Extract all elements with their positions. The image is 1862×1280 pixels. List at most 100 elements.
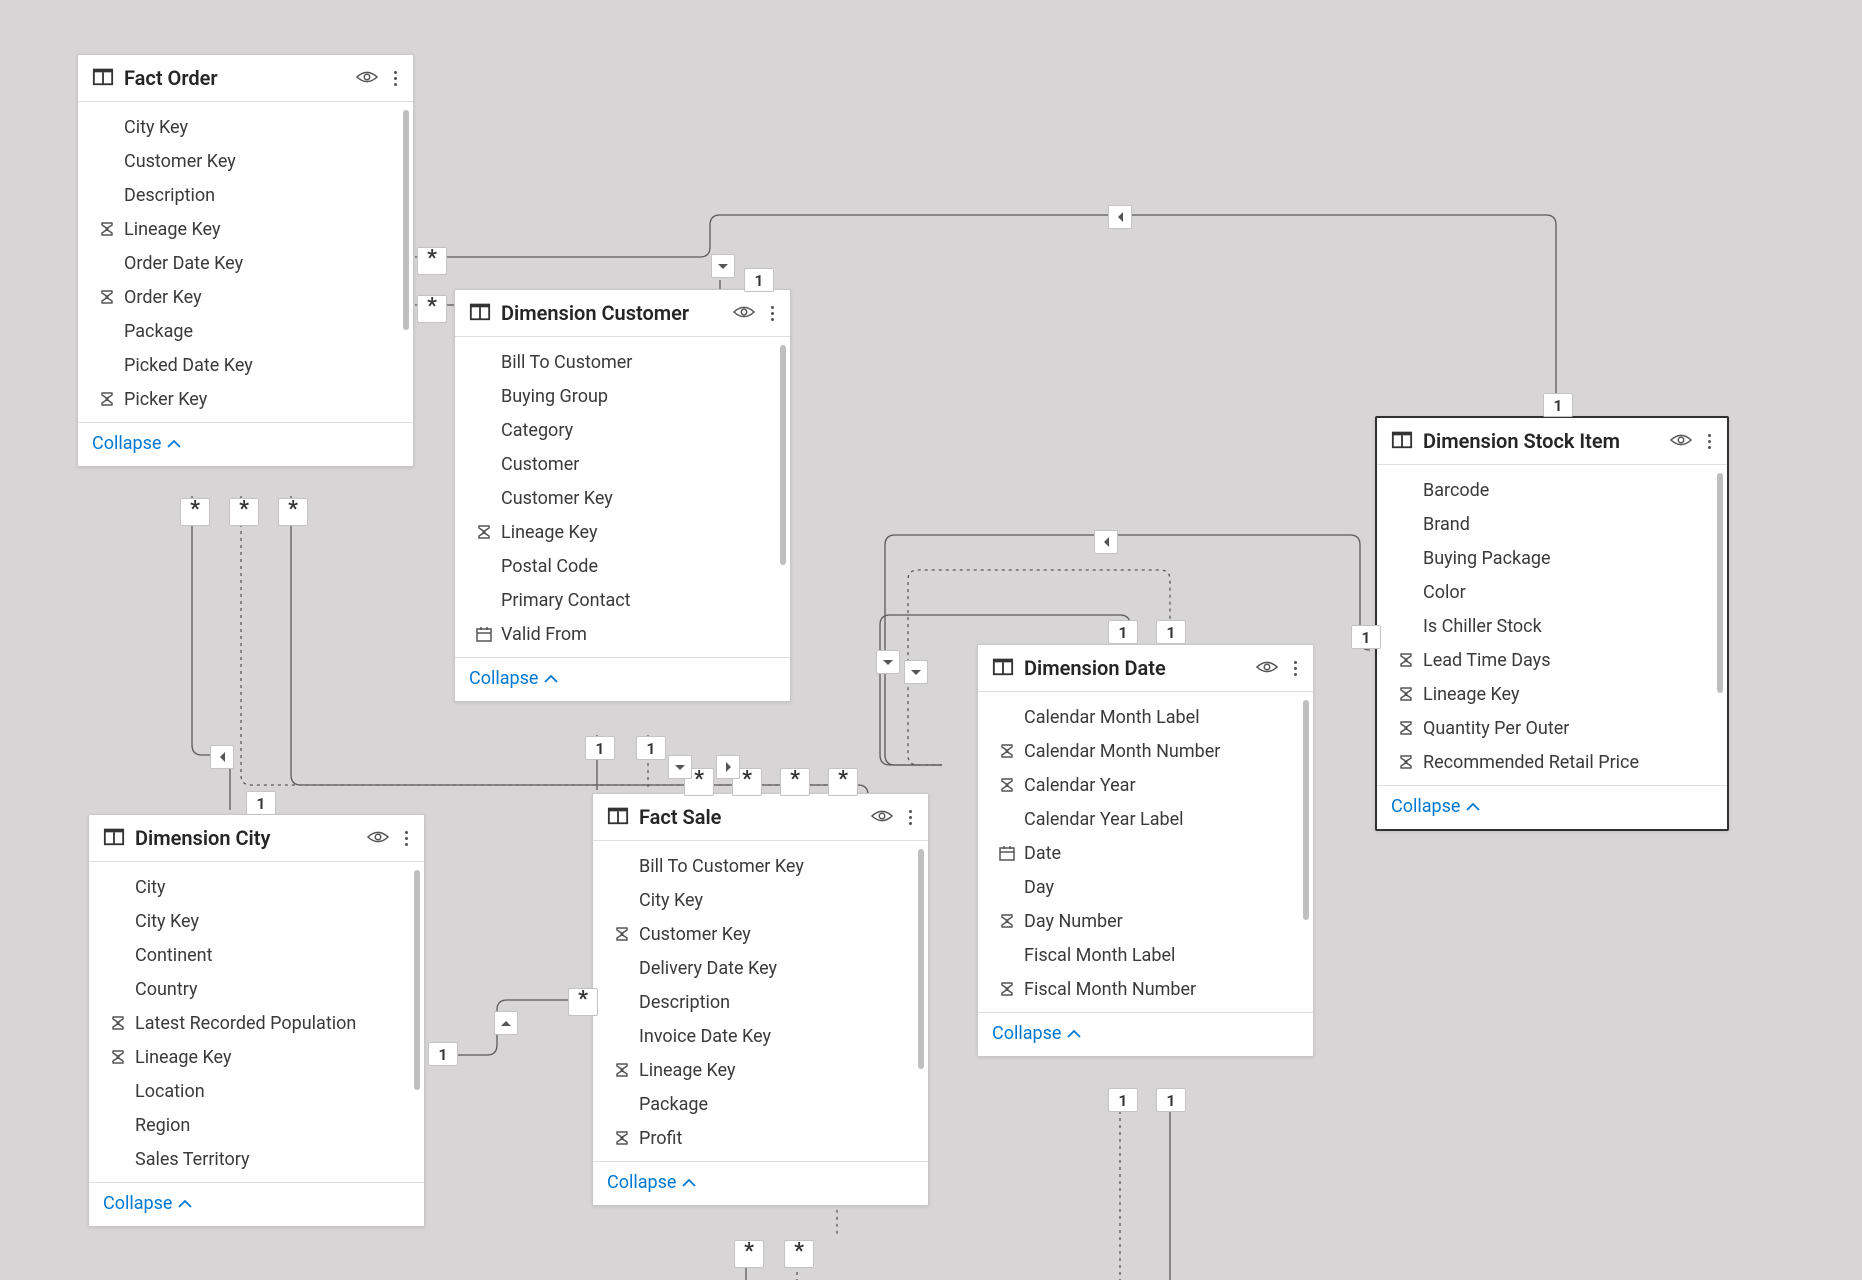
field-label: Customer Key [501,488,613,509]
table-header[interactable]: Fact Sale [593,794,928,841]
model-canvas[interactable]: { "collapse_label": "Collapse", "cardina… [0,0,1862,1280]
field-row[interactable]: Lead Time Days [1377,643,1727,677]
more-options-icon[interactable] [905,808,916,827]
collapse-button[interactable]: Collapse [469,668,558,689]
field-row[interactable]: Description [593,985,928,1019]
field-row[interactable]: Barcode [1377,473,1727,507]
table-header[interactable]: Fact Order [78,55,413,102]
field-row[interactable]: Order Date Key [78,246,413,280]
more-options-icon[interactable] [390,69,401,88]
field-row[interactable]: City Key [89,904,424,938]
table-dimension-date[interactable]: Dimension Date Calendar Month LabelCalen… [977,644,1314,1057]
field-row[interactable]: Region [89,1108,424,1142]
table-dimension-customer[interactable]: Dimension Customer Bill To Customer Buyin… [454,289,791,702]
field-row[interactable]: Calendar Month Number [978,734,1313,768]
scrollbar[interactable] [403,110,409,330]
field-row[interactable]: Fiscal Month Number [978,972,1313,1006]
visibility-icon[interactable] [733,304,755,323]
field-row[interactable]: Fiscal Month Label [978,938,1313,972]
field-row[interactable]: Lineage Key [1377,677,1727,711]
field-row[interactable]: Buying Package [1377,541,1727,575]
more-options-icon[interactable] [767,304,778,323]
collapse-button[interactable]: Collapse [103,1193,192,1214]
scrollbar[interactable] [414,870,420,1090]
field-row[interactable]: Category [455,413,790,447]
field-row[interactable]: Valid From [455,617,790,651]
visibility-icon[interactable] [871,808,893,827]
field-label: Is Chiller Stock [1423,616,1542,637]
table-title: Dimension Stock Item [1423,429,1660,453]
field-row[interactable]: Package [78,314,413,348]
field-row[interactable]: Recommended Retail Price [1377,745,1727,779]
field-row[interactable]: Primary Contact [455,583,790,617]
scrollbar[interactable] [780,345,786,565]
field-row[interactable]: City [89,870,424,904]
collapse-button[interactable]: Collapse [92,433,181,454]
field-row[interactable]: Is Chiller Stock [1377,609,1727,643]
more-options-icon[interactable] [1704,432,1715,451]
table-header[interactable]: Dimension City [89,815,424,862]
field-row[interactable]: Country [89,972,424,1006]
visibility-icon[interactable] [1256,659,1278,678]
field-row[interactable]: Calendar Year [978,768,1313,802]
field-label: Color [1423,582,1466,603]
collapse-button[interactable]: Collapse [992,1023,1081,1044]
table-header[interactable]: Dimension Stock Item [1377,418,1727,465]
scrollbar[interactable] [1717,473,1723,693]
field-row[interactable]: Package [593,1087,928,1121]
field-row[interactable]: Date [978,836,1313,870]
field-row[interactable]: Lineage Key [78,212,413,246]
field-row[interactable]: City Key [78,110,413,144]
visibility-icon[interactable] [367,829,389,848]
field-label: Bill To Customer [501,352,632,373]
field-row[interactable]: Bill To Customer Key [593,849,928,883]
table-title: Dimension Customer [501,301,723,325]
collapse-button[interactable]: Collapse [607,1172,696,1193]
field-row[interactable]: Invoice Date Key [593,1019,928,1053]
scrollbar[interactable] [918,849,924,1069]
field-row[interactable]: Postal Code [455,549,790,583]
field-row[interactable]: Quantity Per Outer [1377,711,1727,745]
field-row[interactable]: Bill To Customer [455,345,790,379]
field-row[interactable]: Customer Key [455,481,790,515]
field-row[interactable]: Sales Territory [89,1142,424,1176]
field-row[interactable]: Picker Key [78,382,413,416]
field-row[interactable]: Lineage Key [593,1053,928,1087]
field-row[interactable]: Lineage Key [455,515,790,549]
table-dimension-city[interactable]: Dimension City City City Key ContinentCoun… [88,814,425,1227]
cardinality-many: * [417,295,447,323]
field-row[interactable]: Calendar Year Label [978,802,1313,836]
visibility-icon[interactable] [356,69,378,88]
field-row[interactable]: Location [89,1074,424,1108]
more-options-icon[interactable] [1290,659,1301,678]
field-row[interactable]: Lineage Key [89,1040,424,1074]
field-label: City Key [135,911,199,932]
table-header[interactable]: Dimension Date [978,645,1313,692]
field-row[interactable]: Latest Recorded Population [89,1006,424,1040]
field-row[interactable]: Day Number [978,904,1313,938]
visibility-icon[interactable] [1670,432,1692,451]
field-row[interactable]: Color [1377,575,1727,609]
table-dimension-stock-item[interactable]: Dimension Stock Item BarcodeBrandBuying … [1375,416,1729,831]
field-label: Order Key [124,287,202,308]
field-row[interactable]: Delivery Date Key [593,951,928,985]
field-row[interactable]: Customer Key [593,917,928,951]
table-fact-order[interactable]: Fact Order City KeyCustomer KeyDescripti… [77,54,414,467]
field-row[interactable]: Order Key [78,280,413,314]
field-row[interactable]: Buying Group [455,379,790,413]
field-row[interactable]: Day [978,870,1313,904]
collapse-button[interactable]: Collapse [1391,796,1480,817]
field-row[interactable]: Customer Key [78,144,413,178]
table-fact-sale[interactable]: Fact Sale Bill To Customer KeyCity KeyCu… [592,793,929,1206]
field-row[interactable]: City Key [593,883,928,917]
field-row[interactable]: Picked Date Key [78,348,413,382]
field-row[interactable]: Continent [89,938,424,972]
field-row[interactable]: Customer [455,447,790,481]
table-header[interactable]: Dimension Customer [455,290,790,337]
scrollbar[interactable] [1303,700,1309,920]
field-row[interactable]: Profit [593,1121,928,1155]
field-row[interactable]: Description [78,178,413,212]
field-row[interactable]: Brand [1377,507,1727,541]
field-row[interactable]: Calendar Month Label [978,700,1313,734]
more-options-icon[interactable] [401,829,412,848]
